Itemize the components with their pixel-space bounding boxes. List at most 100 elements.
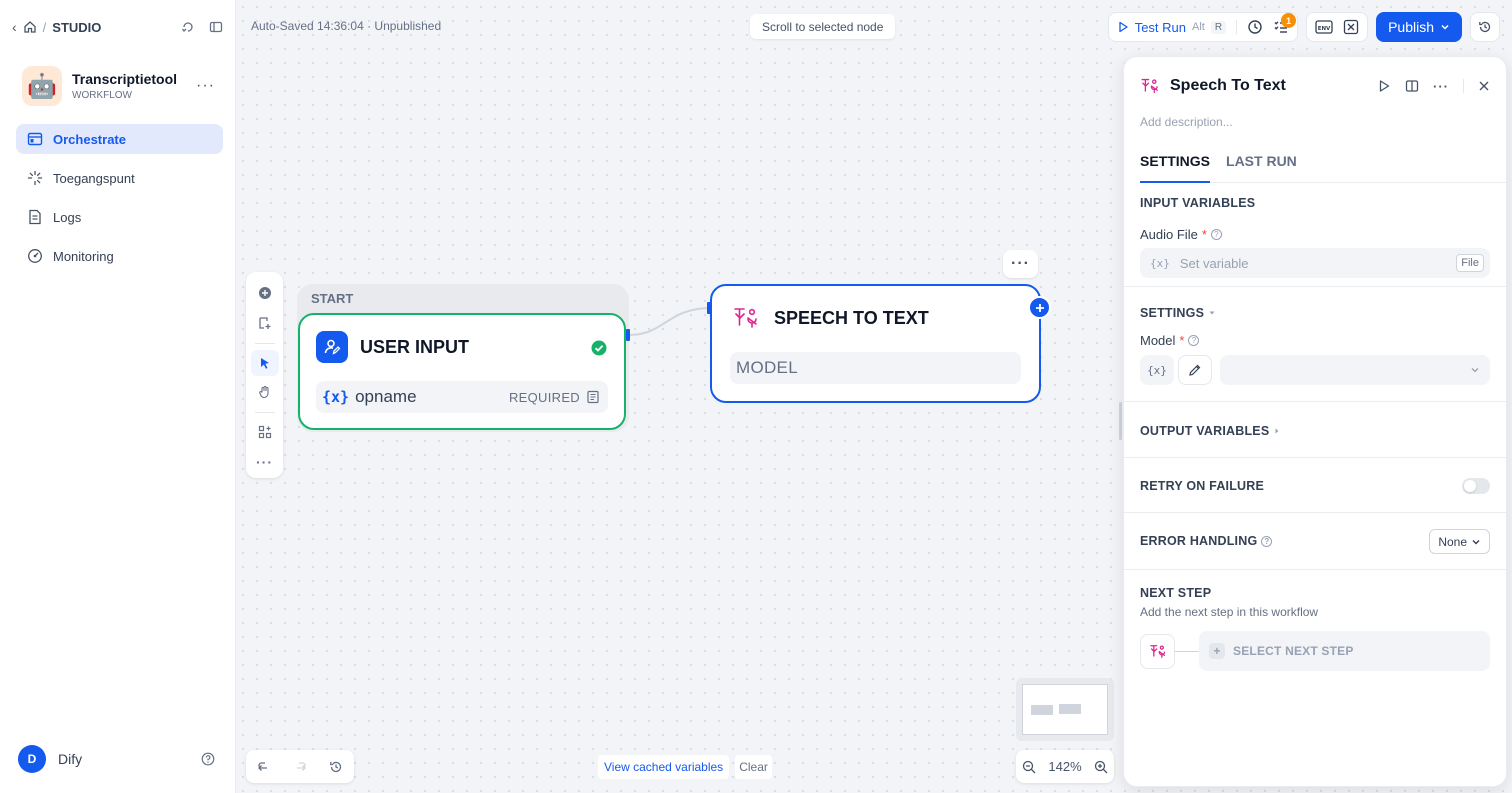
avatar[interactable]: D [18, 745, 46, 773]
organize-blocks-icon[interactable] [251, 419, 279, 445]
next-step-description: Add the next step in this workflow [1140, 605, 1319, 619]
sidebar-item-logs[interactable]: Logs [16, 202, 223, 232]
shortcut-key: R [1210, 20, 1227, 34]
app-more-icon[interactable]: ··· [196, 77, 215, 95]
hand-mode-icon[interactable] [251, 379, 279, 405]
split-view-icon[interactable] [1405, 79, 1419, 93]
user-section: D Dify [18, 745, 215, 773]
divider [1124, 286, 1506, 287]
layout-icon [27, 131, 43, 147]
add-node-icon[interactable] [251, 280, 279, 306]
topbar-actions: Test Run Alt R 1 ENV Publish [1107, 12, 1500, 42]
undo-icon[interactable] [257, 760, 271, 774]
node-more-button[interactable]: ··· [1003, 250, 1038, 278]
audio-file-label: Audio File * ? [1140, 227, 1222, 242]
zoom-in-icon[interactable] [1094, 760, 1108, 774]
info-icon[interactable]: ? [1210, 229, 1222, 240]
sidebar-item-monitoring[interactable]: Monitoring [16, 241, 223, 271]
tab-settings[interactable]: SETTINGS [1140, 153, 1211, 183]
sidebar-item-label: Logs [53, 209, 82, 225]
divider [254, 342, 275, 344]
panel-resize-handle[interactable] [1119, 402, 1122, 440]
minimap[interactable] [1016, 678, 1114, 741]
output-variables-toggle[interactable]: OUTPUT VARIABLES [1140, 424, 1281, 438]
minimap-node [1031, 705, 1053, 715]
divider [1463, 79, 1464, 93]
env-icon[interactable]: ENV [1315, 19, 1333, 35]
sidebar: ‹ / STUDIO 🤖 Transcriptietool WORKFLOW ·… [0, 0, 236, 793]
add-note-icon[interactable] [251, 309, 279, 335]
play-icon [1119, 21, 1128, 33]
monitoring-icon [27, 248, 43, 264]
info-icon[interactable]: ? [1261, 535, 1273, 547]
model-label-text: Model [1140, 333, 1176, 348]
run-node-icon[interactable] [1377, 79, 1391, 93]
test-run-button[interactable]: Test Run Alt R [1117, 20, 1227, 35]
logs-icon [27, 209, 43, 225]
back-icon[interactable]: ‹ [12, 19, 17, 35]
speech-to-text-node[interactable]: SPEECH TO TEXT MODEL [710, 284, 1041, 403]
select-next-step-label: SELECT NEXT STEP [1233, 644, 1354, 658]
user-name[interactable]: Dify [58, 751, 82, 767]
add-next-node-button[interactable] [1028, 296, 1051, 319]
audio-file-variable-input[interactable]: {x} Set variable File [1140, 248, 1490, 278]
success-check-icon [591, 340, 607, 356]
checklist-badge: 1 [1281, 13, 1297, 28]
app-type: WORKFLOW [72, 90, 132, 101]
input-variable-row[interactable]: {x} opname REQUIRED [316, 381, 608, 413]
breadcrumb-separator: / [42, 19, 47, 35]
view-cached-variables-button[interactable]: View cached variables [598, 755, 730, 779]
model-select[interactable] [1220, 355, 1490, 385]
conversation-variable-icon[interactable] [1343, 19, 1359, 35]
studio-link[interactable]: STUDIO [52, 20, 101, 35]
checklist-icon[interactable]: 1 [1273, 13, 1297, 35]
sidebar-item-toegangspunt[interactable]: Toegangspunt [16, 163, 223, 193]
info-icon[interactable]: ? [1188, 335, 1200, 346]
divider [1236, 20, 1238, 34]
zoom-out-icon[interactable] [1022, 760, 1036, 774]
close-icon[interactable] [1478, 80, 1490, 92]
caret-down-icon [1209, 311, 1215, 315]
help-icon[interactable] [201, 752, 215, 766]
more-icon[interactable]: ··· [1433, 79, 1449, 94]
variable-tools-group: ENV [1306, 12, 1369, 42]
user-input-node[interactable]: USER INPUT {x} opname REQUIRED [298, 313, 626, 430]
scroll-to-selected-button[interactable]: Scroll to selected node [750, 14, 896, 39]
target-handle[interactable] [707, 302, 711, 314]
speech-to-text-icon [730, 302, 762, 334]
cached-variables-bar: View cached variables Clear [598, 755, 772, 779]
minimap-node [1059, 704, 1081, 714]
panel-title[interactable]: Speech To Text [1170, 77, 1286, 95]
source-handle[interactable] [626, 329, 630, 341]
zoom-level[interactable]: 142% [1048, 759, 1081, 774]
more-tools-icon[interactable]: ··· [251, 449, 279, 475]
app-info[interactable]: 🤖 Transcriptietool WORKFLOW ··· [22, 66, 215, 106]
chevron-down-icon [1472, 539, 1480, 544]
settings-title: SETTINGS [1140, 306, 1205, 320]
divider [1124, 457, 1506, 458]
tab-last-run[interactable]: LAST RUN [1226, 153, 1297, 183]
error-handling-select[interactable]: None [1429, 529, 1490, 554]
clear-button[interactable]: Clear [735, 755, 772, 779]
redo-icon[interactable] [293, 760, 307, 774]
run-history-icon[interactable] [1247, 19, 1263, 35]
settings-section-toggle[interactable]: SETTINGS [1140, 306, 1216, 320]
publish-button[interactable]: Publish [1376, 12, 1462, 42]
pointer-mode-icon[interactable] [250, 349, 279, 377]
switch-app-icon[interactable] [181, 20, 195, 34]
version-history-button[interactable] [1470, 12, 1500, 42]
edit-mode-button[interactable] [1178, 355, 1212, 385]
publish-label: Publish [1388, 19, 1434, 35]
history-icon[interactable] [329, 760, 343, 774]
description-input[interactable]: Add description... [1140, 115, 1233, 129]
retry-toggle[interactable] [1462, 478, 1490, 494]
panel-tabs: SETTINGS LAST RUN [1140, 153, 1506, 183]
model-row: MODEL [730, 352, 1021, 384]
home-icon[interactable] [23, 20, 37, 34]
node-title: SPEECH TO TEXT [774, 307, 929, 328]
variable-mode-button[interactable]: {x} [1140, 355, 1174, 385]
minimap-viewport [1022, 684, 1108, 735]
select-next-step-button[interactable]: + SELECT NEXT STEP [1199, 631, 1490, 671]
sidebar-item-orchestrate[interactable]: Orchestrate [16, 124, 223, 154]
collapse-sidebar-icon[interactable] [209, 20, 223, 34]
